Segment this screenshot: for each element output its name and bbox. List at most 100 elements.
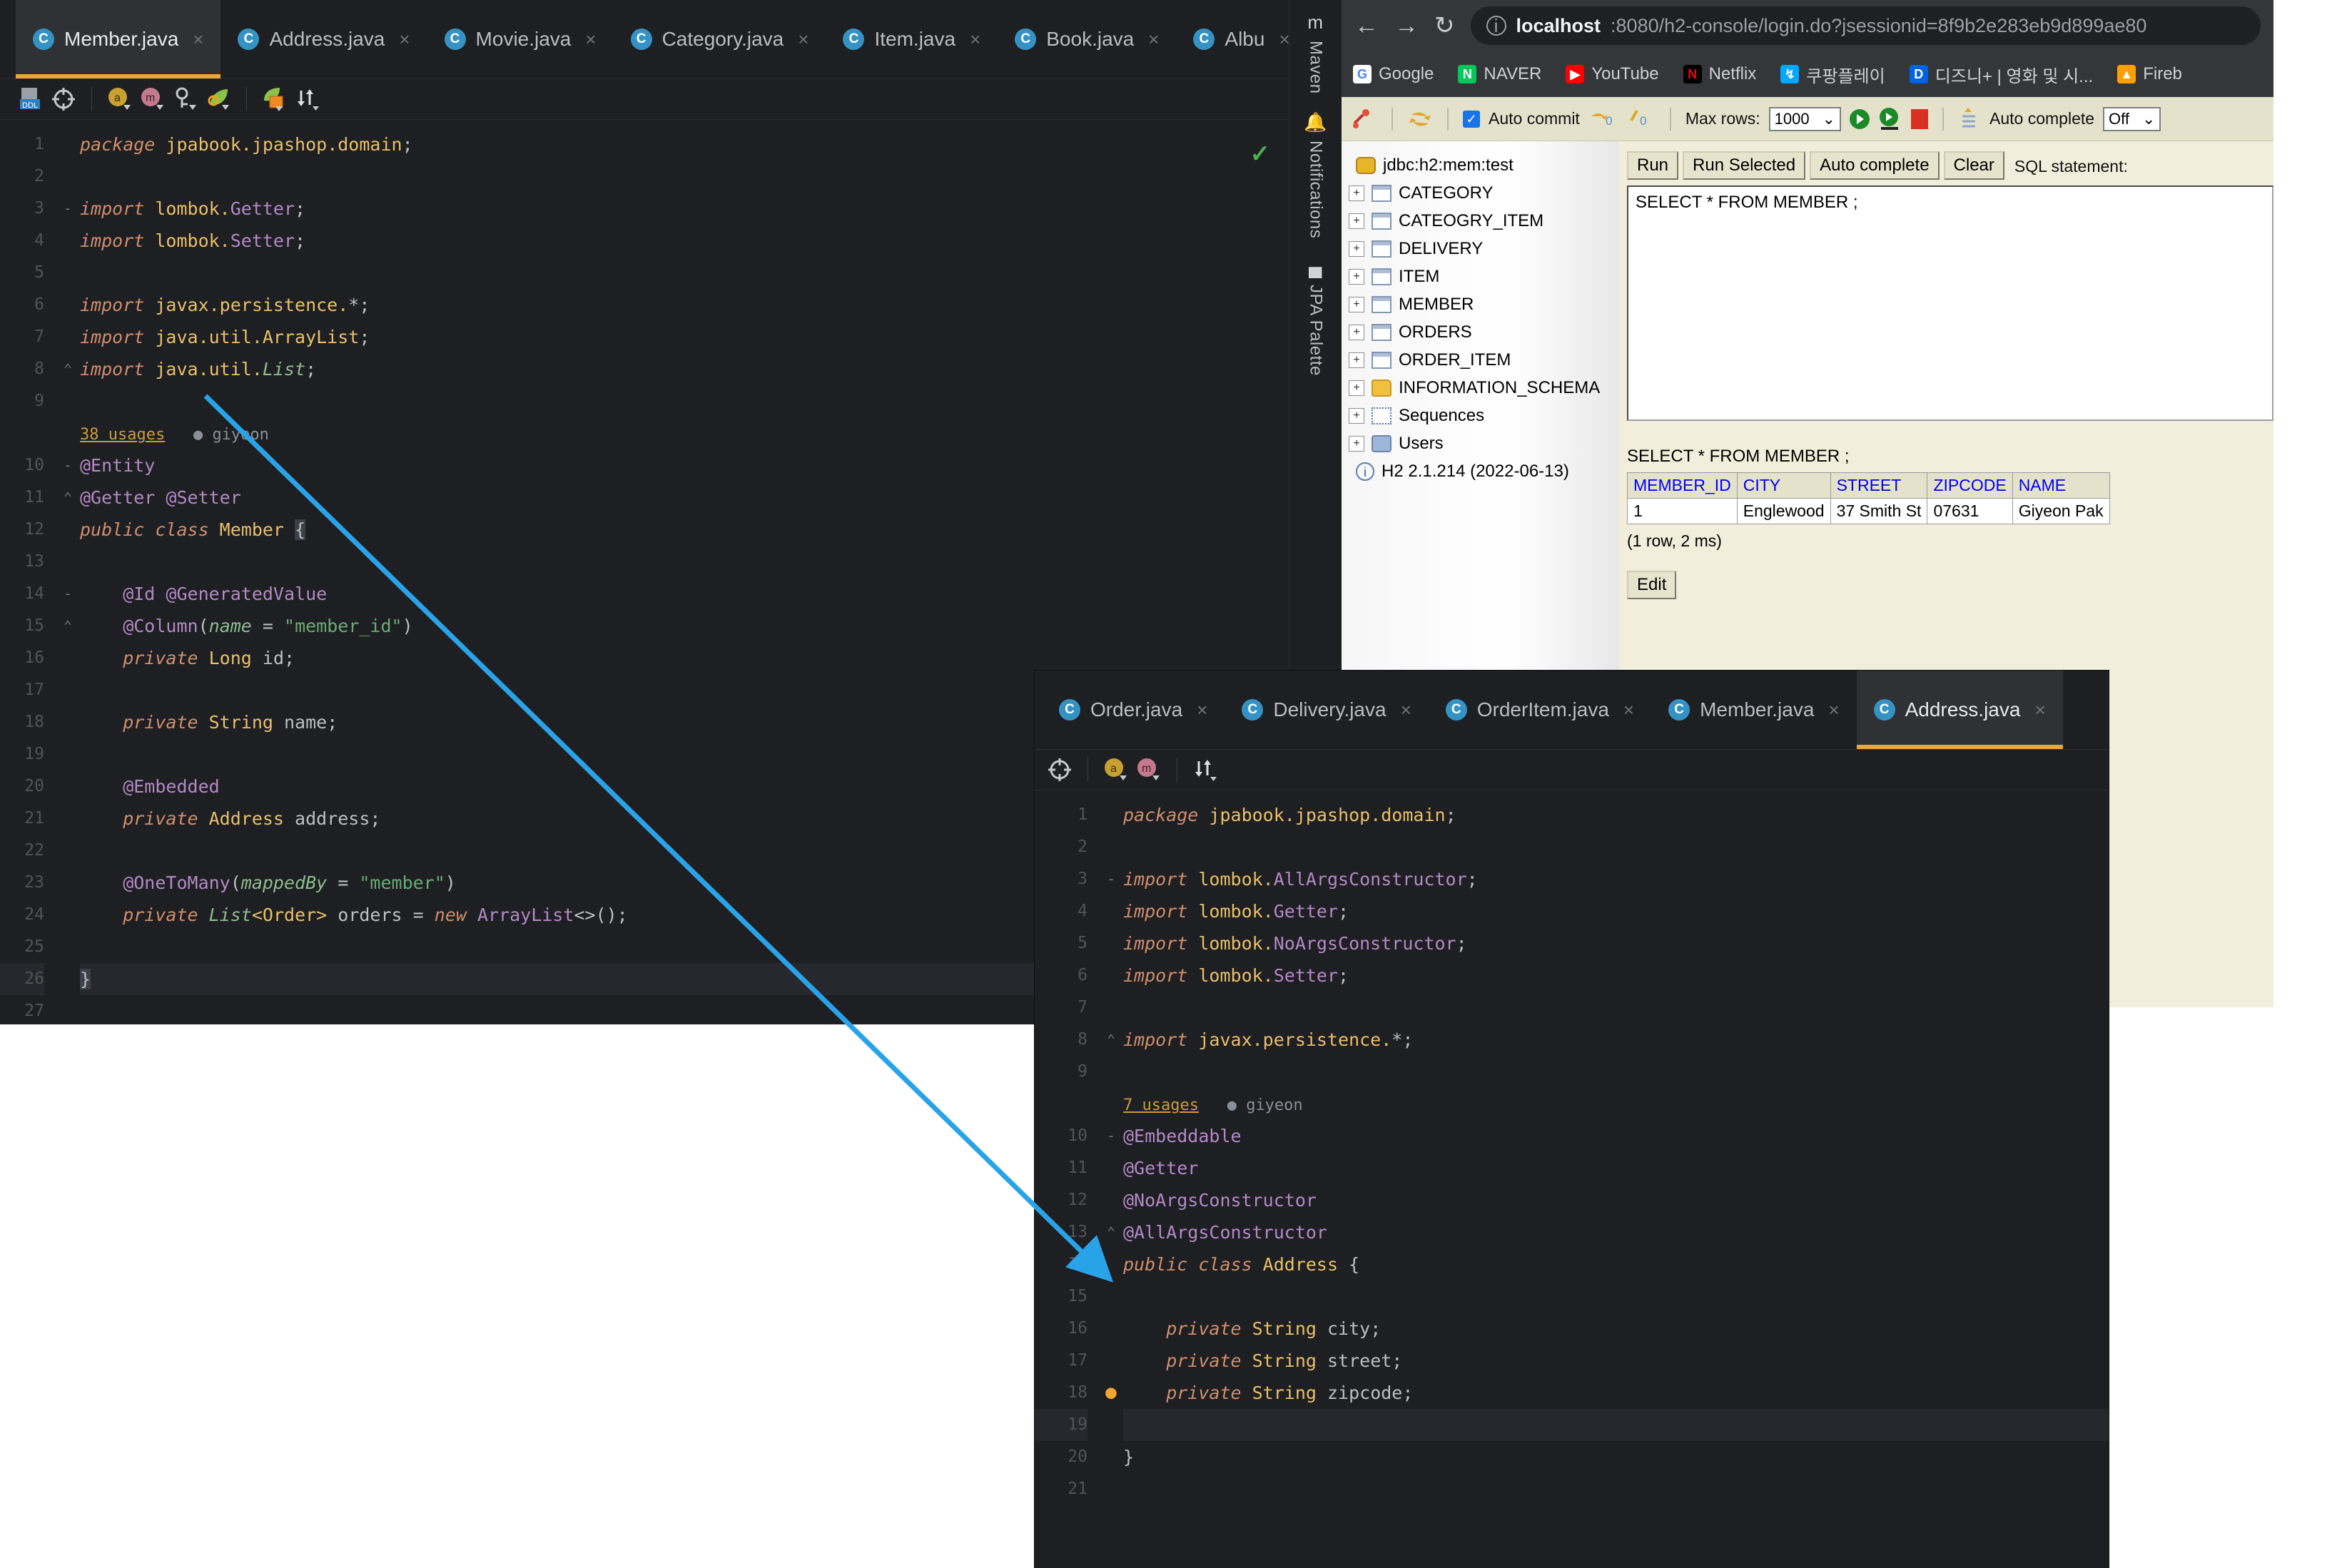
tree-node-orders[interactable]: + ORDERS [1349, 318, 1618, 346]
close-icon[interactable]: × [193, 29, 203, 51]
fold-gutter-bottom[interactable]: - ⌃ - ⌃ ● [1099, 790, 1123, 1505]
editor-tab-order-java[interactable]: C Order.java × [1042, 671, 1225, 749]
expander-icon[interactable]: + [1349, 324, 1364, 340]
editor-tab-member-java[interactable]: C Member.java × [16, 0, 221, 78]
fold-marker[interactable]: - [56, 449, 80, 482]
info-icon[interactable]: i [1486, 16, 1506, 36]
editor-tab-address-java[interactable]: C Address.java × [1856, 671, 2063, 749]
code-lines-bottom[interactable]: package jpabook.jpashop.domain; import lo… [1123, 790, 2109, 1505]
auto-commit-checkbox[interactable]: ✓ [1463, 110, 1480, 128]
spring-search-icon[interactable] [203, 85, 233, 113]
editor-tab-orderitem-java[interactable]: C OrderItem.java × [1429, 671, 1651, 749]
close-icon[interactable]: × [1197, 699, 1207, 721]
fold-marker[interactable]: - [56, 578, 80, 610]
expander-icon[interactable]: + [1349, 352, 1364, 368]
close-icon[interactable]: × [1148, 29, 1159, 51]
tree-node-jdbc-h2-mem-test[interactable]: jdbc:h2:mem:test [1349, 151, 1618, 179]
tree-node-item[interactable]: + ITEM [1349, 263, 1618, 290]
editor-tab-category-java[interactable]: C Category.java × [614, 0, 826, 78]
tree-node-sequences[interactable]: + Sequences [1349, 402, 1618, 429]
commit-icon[interactable]: 0 [1588, 106, 1618, 132]
close-icon[interactable]: × [585, 29, 596, 51]
close-icon[interactable]: × [798, 29, 808, 51]
fold-marker[interactable]: - [56, 193, 80, 225]
bookmark-google[interactable]: G Google [1353, 64, 1434, 84]
target-icon-bottom[interactable] [1045, 755, 1075, 784]
run-button[interactable]: Run [1627, 151, 1679, 180]
editor-tab-movie-java[interactable]: C Movie.java × [427, 0, 614, 78]
usages-hint[interactable]: 38 usages ● giyeon [80, 426, 269, 444]
close-icon[interactable]: × [1623, 699, 1634, 721]
table-data-icon[interactable] [260, 85, 290, 113]
editor-tab-delivery-java[interactable]: C Delivery.java × [1225, 671, 1428, 749]
back-button[interactable]: ← [1354, 12, 1379, 40]
edit-button[interactable]: Edit [1627, 571, 1677, 599]
auto-complete-select[interactable]: Off ⌄ [2103, 106, 2161, 131]
expander-icon[interactable]: + [1349, 240, 1364, 257]
annotation-a-icon-bottom[interactable]: a [1101, 755, 1131, 784]
close-icon[interactable]: × [2034, 699, 2045, 721]
tree-node-order-item[interactable]: + ORDER_ITEM [1349, 346, 1618, 374]
tree-node-cateogry-item[interactable]: + CATEOGRY_ITEM [1349, 207, 1618, 235]
run-icon[interactable] [1850, 108, 1870, 129]
editor-tab-book-java[interactable]: C Book.java × [998, 0, 1176, 78]
fold-marker[interactable]: ⌃ [1099, 1024, 1123, 1056]
bookmark-disney-plus[interactable]: D 디즈니+ | 영화 및 시... [1909, 62, 2093, 87]
tree-node-h2-2-1-214-2022-06-13-[interactable]: i H2 2.1.214 (2022-06-13) [1349, 457, 1618, 485]
editor-tab-address-java[interactable]: C Address.java × [220, 0, 427, 78]
clear-button[interactable]: Clear [1943, 151, 2004, 180]
tree-node-delivery[interactable]: + DELIVERY [1349, 235, 1618, 263]
stop-icon[interactable] [1911, 108, 1929, 129]
max-rows-select[interactable]: 1000 ⌄ [1768, 106, 1842, 131]
fold-marker[interactable]: ⌃ [56, 353, 80, 385]
fold-marker[interactable]: ⌃ [56, 610, 80, 642]
key-icon[interactable] [171, 85, 201, 113]
fold-gutter-top[interactable]: - ⌃ - ⌃ - ⌃ [56, 120, 80, 1024]
disconnect-icon[interactable] [1352, 106, 1377, 132]
target-icon[interactable] [49, 85, 78, 113]
sql-input[interactable]: SELECT * FROM MEMBER ; [1627, 185, 2273, 421]
editor-tab-albu[interactable]: C Albu × [1176, 0, 1307, 78]
rail-jpa-palette[interactable]: ▄ JPA Palette [1306, 255, 1326, 376]
history-icon[interactable] [1958, 106, 1981, 132]
ddl-icon[interactable]: DDL [16, 85, 46, 113]
editor-tab-member-java[interactable]: C Member.java × [1651, 671, 1856, 749]
tree-node-information-schema[interactable]: + INFORMATION_SCHEMA [1349, 374, 1618, 402]
tree-node-category[interactable]: + CATEGORY [1349, 179, 1618, 207]
forward-button[interactable]: → [1394, 12, 1419, 40]
refresh-icon[interactable] [1407, 106, 1433, 132]
bookmark-naver[interactable]: N NAVER [1458, 64, 1541, 84]
bookmark-netflix[interactable]: N Netflix [1683, 64, 1756, 84]
fold-marker[interactable]: - [1099, 863, 1123, 895]
address-bar[interactable]: i localhost:8080/h2-console/login.do?jse… [1470, 6, 2261, 45]
close-icon[interactable]: × [1828, 699, 1839, 721]
expander-icon[interactable]: + [1349, 380, 1364, 396]
expander-icon[interactable]: + [1349, 213, 1364, 229]
bookmark-coupang-play[interactable]: ↯ 쿠팡플레이 [1780, 62, 1885, 87]
rail-maven[interactable]: m Maven [1306, 11, 1326, 94]
expander-icon[interactable]: + [1349, 268, 1364, 285]
expander-icon[interactable]: + [1349, 296, 1364, 312]
mapping-m-icon-bottom[interactable]: m [1134, 755, 1164, 784]
sort-icon-bottom[interactable] [1190, 755, 1220, 784]
run-selected-icon[interactable] [1878, 107, 1902, 131]
editor-tab-item-java[interactable]: C Item.java × [826, 0, 998, 78]
bookmark-firebase[interactable]: ▲ Fireb [2117, 64, 2182, 84]
reload-button[interactable]: ↻ [1434, 11, 1455, 40]
expander-icon[interactable]: + [1349, 407, 1364, 424]
code-editor-address[interactable]: 1 2 3 4 5 6 7 8 9 10 11 12 13 14 15 16 17 18 19 20 21 - ⌃ - ⌃ ● … [1035, 790, 2109, 1505]
sort-icon[interactable] [293, 85, 323, 113]
mapping-m-icon[interactable]: m [138, 85, 168, 113]
rollback-icon[interactable]: 0 [1627, 106, 1656, 132]
expander-icon[interactable]: + [1349, 185, 1364, 201]
tree-node-member[interactable]: + MEMBER [1349, 290, 1618, 318]
close-icon[interactable]: × [970, 29, 980, 51]
fold-marker[interactable]: - [1099, 1120, 1123, 1152]
usages-hint[interactable]: 7 usages ● giyeon [1123, 1096, 1303, 1114]
run-selected-button[interactable]: Run Selected [1683, 151, 1806, 180]
annotation-a-icon[interactable]: a [105, 85, 135, 113]
close-icon[interactable]: × [399, 29, 410, 51]
bookmark-youtube[interactable]: ▶ YouTube [1566, 64, 1659, 84]
tree-node-users[interactable]: + Users [1349, 429, 1618, 457]
rail-notifications[interactable]: 🔔 Notifications [1304, 111, 1327, 238]
